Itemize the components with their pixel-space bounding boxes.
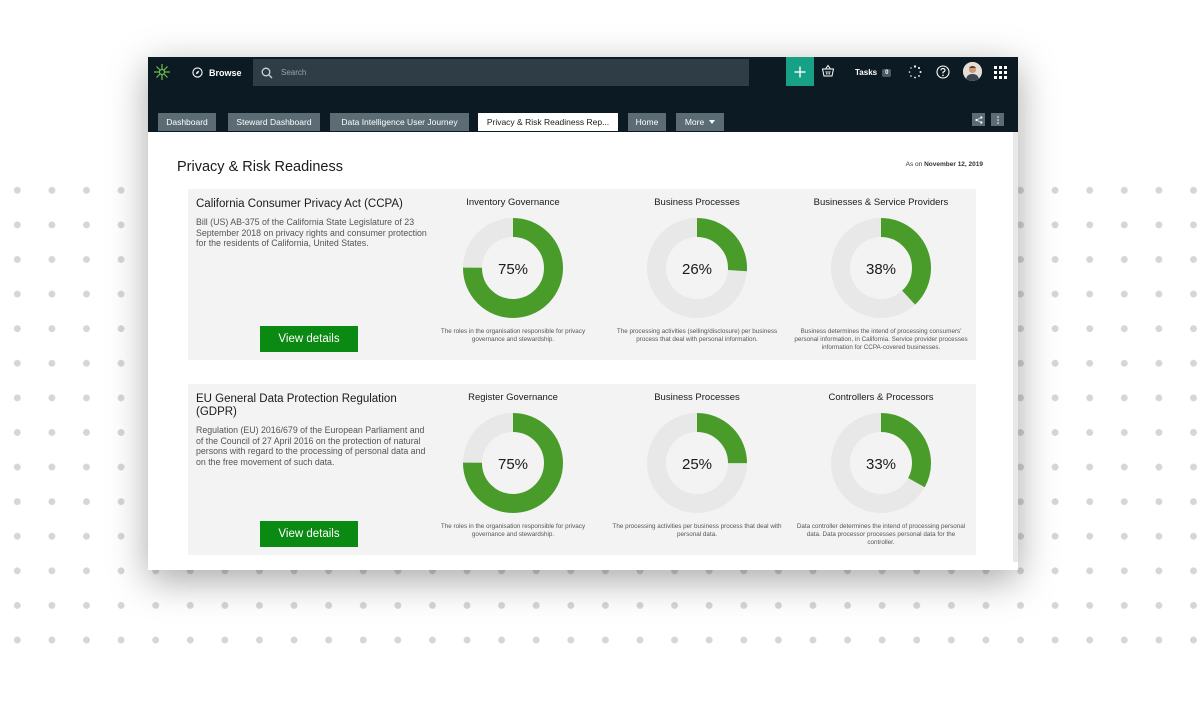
metric-description: The processing activities (selling/discl… bbox=[616, 328, 778, 344]
tab-label: More bbox=[684, 117, 705, 127]
user-avatar[interactable] bbox=[963, 62, 982, 81]
vertical-scrollbar[interactable] bbox=[1013, 132, 1018, 562]
donut-chart: 38% bbox=[831, 218, 931, 318]
donut-percent-label: 26% bbox=[682, 261, 712, 278]
dashboard-content: Privacy & Risk Readiness As on November … bbox=[148, 132, 1018, 570]
search-bar[interactable] bbox=[253, 59, 749, 86]
metric-title: Register Governance bbox=[468, 392, 558, 403]
donut-chart: 75% bbox=[463, 413, 563, 513]
metric-description: Data controller determines the intend of… bbox=[796, 523, 966, 547]
share-icon bbox=[974, 115, 982, 124]
app-window: Browse Tasks 0 bbox=[148, 57, 1018, 570]
user-avatar-icon bbox=[963, 62, 982, 81]
tab-data-intelligence-user-journey[interactable]: Data Intelligence User Journey bbox=[330, 113, 469, 131]
as-on-label: As on bbox=[905, 161, 923, 168]
top-navigation-bar: Browse Tasks 0 bbox=[148, 57, 1018, 88]
dashboard-tab-bar: Dashboard Steward Dashboard Data Intelli… bbox=[148, 88, 1018, 132]
metric-business-processes: Business Processes 26% The processing ac… bbox=[607, 197, 787, 344]
metric-title: Controllers & Processors bbox=[828, 392, 934, 403]
card-title: EU General Data Protection Regulation (G… bbox=[196, 393, 397, 418]
metric-title: Business Processes bbox=[654, 392, 740, 403]
donut-percent-label: 25% bbox=[682, 456, 712, 473]
card-title: California Consumer Privacy Act (CCPA) bbox=[196, 198, 403, 210]
donut-chart: 25% bbox=[647, 413, 747, 513]
donut-chart: 26% bbox=[647, 218, 747, 318]
tab-dashboard[interactable]: Dashboard bbox=[158, 113, 216, 131]
as-on-date-value: November 12, 2019 bbox=[924, 161, 983, 168]
tab-home[interactable]: Home bbox=[628, 113, 666, 131]
metric-description: The processing activities per business p… bbox=[612, 523, 782, 539]
metric-controllers-processors: Controllers & Processors 33% Data contro… bbox=[791, 392, 971, 548]
donut-percent-label: 33% bbox=[866, 456, 896, 473]
metric-business-processes: Business Processes 25% The processing ac… bbox=[607, 392, 787, 539]
plus-icon bbox=[794, 66, 806, 77]
browse-button[interactable]: Browse bbox=[192, 57, 242, 88]
tab-label: Steward Dashboard bbox=[236, 117, 312, 127]
metric-title: Business Processes bbox=[654, 197, 740, 208]
search-icon bbox=[261, 67, 273, 78]
donut-percent-label: 75% bbox=[498, 261, 528, 278]
donut-percent-label: 38% bbox=[866, 261, 896, 278]
metric-register-governance: Register Governance 75% The roles in the… bbox=[423, 392, 603, 539]
tasks-button[interactable]: Tasks 0 bbox=[855, 57, 892, 88]
page-title: Privacy & Risk Readiness bbox=[177, 159, 343, 175]
view-details-button[interactable]: View details bbox=[260, 521, 358, 547]
basket-icon[interactable] bbox=[821, 64, 835, 78]
tab-label: Dashboard bbox=[166, 117, 208, 127]
regulation-card-ccpa: California Consumer Privacy Act (CCPA) B… bbox=[188, 189, 976, 360]
card-description: Bill (US) AB-375 of the California State… bbox=[196, 217, 427, 249]
donut-chart: 33% bbox=[831, 413, 931, 513]
donut-chart: 75% bbox=[463, 218, 563, 318]
metric-description: Business determines the intend of proces… bbox=[794, 328, 968, 352]
apps-grid-icon[interactable] bbox=[994, 66, 1007, 79]
help-icon[interactable] bbox=[936, 65, 950, 79]
metric-inventory-governance: Inventory Governance 75% The roles in th… bbox=[423, 197, 603, 344]
tab-privacy-risk-readiness[interactable]: Privacy & Risk Readiness Rep... bbox=[478, 113, 618, 131]
metric-businesses-service-providers: Businesses & Service Providers 38% Busin… bbox=[791, 197, 971, 353]
card-description: Regulation (EU) 2016/679 of the European… bbox=[196, 425, 426, 467]
create-button[interactable] bbox=[786, 57, 814, 86]
tab-label: Privacy & Risk Readiness Rep... bbox=[486, 117, 610, 127]
metric-title: Businesses & Service Providers bbox=[813, 197, 949, 208]
search-input[interactable] bbox=[281, 68, 681, 77]
tab-label: Home bbox=[635, 117, 659, 127]
donut-percent-label: 75% bbox=[498, 456, 528, 473]
compass-icon bbox=[192, 67, 203, 78]
chevron-down-icon bbox=[709, 120, 716, 124]
as-on-date: As on November 12, 2019 bbox=[906, 161, 983, 168]
more-options-button[interactable] bbox=[991, 113, 1004, 126]
regulation-card-gdpr: EU General Data Protection Regulation (G… bbox=[188, 384, 976, 555]
metric-title: Inventory Governance bbox=[466, 197, 560, 208]
tab-more-dropdown[interactable]: More bbox=[676, 113, 724, 131]
metric-description: The roles in the organisation responsibl… bbox=[440, 328, 586, 344]
metric-description: The roles in the organisation responsibl… bbox=[440, 523, 586, 539]
activity-spinner-icon[interactable] bbox=[908, 65, 922, 79]
tasks-count-badge: 0 bbox=[882, 68, 892, 77]
tab-steward-dashboard[interactable]: Steward Dashboard bbox=[228, 113, 320, 131]
share-button[interactable] bbox=[972, 113, 985, 126]
app-logo-icon[interactable] bbox=[153, 63, 171, 81]
browse-label: Browse bbox=[209, 67, 242, 78]
tab-label: Data Intelligence User Journey bbox=[341, 117, 458, 127]
vertical-dots-icon bbox=[996, 115, 999, 124]
view-details-button[interactable]: View details bbox=[260, 326, 358, 352]
tasks-label: Tasks bbox=[855, 68, 878, 77]
